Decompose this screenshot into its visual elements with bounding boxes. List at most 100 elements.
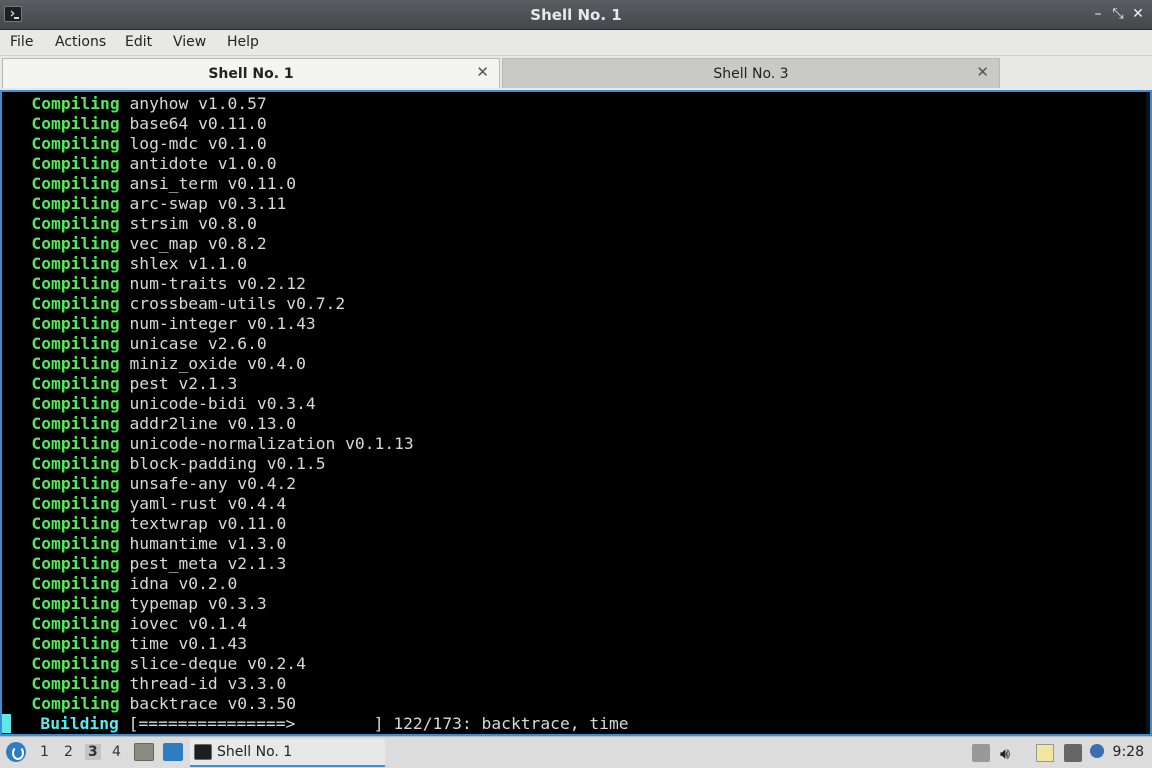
close-icon[interactable]: ✕ [976, 63, 989, 81]
notification-icon[interactable] [1090, 744, 1104, 758]
compile-status: Compiling [31, 294, 120, 313]
network-icon[interactable] [1064, 744, 1082, 762]
terminal-output: Compiling anyhow v1.0.57 Compiling base6… [2, 94, 1147, 734]
terminal-icon [194, 744, 212, 760]
compile-status: Compiling [31, 114, 120, 133]
terminal-view[interactable]: Compiling anyhow v1.0.57 Compiling base6… [0, 90, 1152, 736]
file-manager-icon[interactable] [134, 743, 154, 761]
terminal-line: Compiling num-traits v0.2.12 [2, 274, 1147, 294]
compile-status: Compiling [31, 174, 120, 193]
menu-file[interactable]: File [10, 34, 33, 50]
crate-name: slice-deque v0.2.4 [129, 654, 306, 673]
terminal-line: Compiling miniz_oxide v0.4.0 [2, 354, 1147, 374]
crate-name: pest v2.1.3 [129, 374, 238, 393]
compile-status: Compiling [31, 334, 120, 353]
minimize-icon[interactable]: – [1088, 4, 1108, 24]
crate-name: textwrap v0.11.0 [129, 514, 287, 533]
terminal-line: Compiling unsafe-any v0.4.2 [2, 474, 1147, 494]
terminal-line: Compiling pest v2.1.3 [2, 374, 1147, 394]
close-icon[interactable]: ✕ [1128, 4, 1148, 24]
menu-view[interactable]: View [173, 34, 206, 50]
terminal-line: Compiling slice-deque v0.2.4 [2, 654, 1147, 674]
crate-name: addr2line v0.13.0 [129, 414, 297, 433]
terminal-line: Compiling anyhow v1.0.57 [2, 94, 1147, 114]
terminal-line: Compiling backtrace v0.3.50 [2, 694, 1147, 714]
notes-icon[interactable] [1036, 744, 1054, 762]
crate-name: block-padding v0.1.5 [129, 454, 326, 473]
crate-name: vec_map v0.8.2 [129, 234, 267, 253]
crate-name: miniz_oxide v0.4.0 [129, 354, 306, 373]
close-icon[interactable]: ✕ [476, 63, 489, 81]
compile-status: Compiling [31, 314, 120, 333]
compile-status: Compiling [31, 214, 120, 233]
terminal-line: Compiling idna v0.2.0 [2, 574, 1147, 594]
compile-status: Compiling [31, 594, 120, 613]
taskbar: 1 2 3 4 Shell No. 1 🔊︎ 9:28 [0, 736, 1152, 768]
terminal-line: Compiling unicode-normalization v0.1.13 [2, 434, 1147, 454]
compile-status: Compiling [31, 634, 120, 653]
compile-status: Compiling [31, 454, 120, 473]
terminal-line: Compiling pest_meta v2.1.3 [2, 554, 1147, 574]
compile-status: Compiling [31, 654, 120, 673]
crate-name: ansi_term v0.11.0 [129, 174, 297, 193]
compile-status: Compiling [31, 514, 120, 533]
terminal-line: Compiling humantime v1.3.0 [2, 534, 1147, 554]
title-bar: Shell No. 1 – ⤡ ✕ [0, 0, 1152, 30]
crate-name: crossbeam-utils v0.7.2 [129, 294, 346, 313]
compile-status: Compiling [31, 394, 120, 413]
crate-name: typemap v0.3.3 [129, 594, 267, 613]
compile-status: Compiling [31, 434, 120, 453]
taskbar-task-shell[interactable]: Shell No. 1 [190, 739, 385, 767]
crate-name: yaml-rust v0.4.4 [129, 494, 287, 513]
clipboard-icon[interactable] [972, 744, 990, 762]
menu-edit[interactable]: Edit [125, 34, 152, 50]
compile-status: Compiling [31, 674, 120, 693]
tab-bar: Shell No. 1 ✕ Shell No. 3 ✕ [0, 56, 1152, 90]
compile-status: Compiling [31, 474, 120, 493]
compile-status: Compiling [31, 354, 120, 373]
scrollbar[interactable] [1146, 92, 1150, 734]
terminal-cursor [2, 714, 11, 733]
terminal-line: Compiling addr2line v0.13.0 [2, 414, 1147, 434]
terminal-line: Compiling arc-swap v0.3.11 [2, 194, 1147, 214]
terminal-line: Compiling iovec v0.1.4 [2, 614, 1147, 634]
terminal-line: Compiling shlex v1.1.0 [2, 254, 1147, 274]
terminal-line: Compiling yaml-rust v0.4.4 [2, 494, 1147, 514]
crate-name: time v0.1.43 [129, 634, 248, 653]
maximize-icon[interactable]: ⤡ [1108, 4, 1128, 24]
workspace-4[interactable]: 4 [112, 744, 121, 760]
terminal-line: Compiling ansi_term v0.11.0 [2, 174, 1147, 194]
crate-name: log-mdc v0.1.0 [129, 134, 267, 153]
compile-status: Compiling [31, 614, 120, 633]
start-menu-icon[interactable] [6, 742, 26, 762]
compile-status: Compiling [31, 134, 120, 153]
crate-name: unicode-normalization v0.1.13 [129, 434, 414, 453]
menu-actions[interactable]: Actions [55, 34, 106, 50]
crate-name: unicode-bidi v0.3.4 [129, 394, 316, 413]
crate-name: anyhow v1.0.57 [129, 94, 267, 113]
workspace-3[interactable]: 3 [85, 744, 101, 760]
workspace-2[interactable]: 2 [64, 744, 73, 760]
tab-shell-3[interactable]: Shell No. 3 ✕ [502, 58, 1000, 88]
crate-name: unicase v2.6.0 [129, 334, 267, 353]
crate-name: pest_meta v2.1.3 [129, 554, 287, 573]
build-status: Building [40, 714, 119, 733]
show-desktop-icon[interactable] [163, 743, 183, 761]
crate-name: idna v0.2.0 [129, 574, 238, 593]
compile-status: Compiling [31, 374, 120, 393]
crate-name: num-traits v0.2.12 [129, 274, 306, 293]
terminal-line: Compiling typemap v0.3.3 [2, 594, 1147, 614]
tab-shell-1[interactable]: Shell No. 1 ✕ [2, 58, 500, 88]
crate-name: iovec v0.1.4 [129, 614, 248, 633]
terminal-line: Compiling vec_map v0.8.2 [2, 234, 1147, 254]
window-title: Shell No. 1 [530, 6, 622, 24]
compile-status: Compiling [31, 94, 120, 113]
volume-icon[interactable]: 🔊︎ [1000, 744, 1018, 763]
workspace-1[interactable]: 1 [40, 744, 49, 760]
terminal-line: Compiling antidote v1.0.0 [2, 154, 1147, 174]
terminal-line: Compiling strsim v0.8.0 [2, 214, 1147, 234]
menu-help[interactable]: Help [227, 34, 259, 50]
terminal-line: Compiling log-mdc v0.1.0 [2, 134, 1147, 154]
clock[interactable]: 9:28 [1113, 744, 1144, 760]
terminal-line: Compiling num-integer v0.1.43 [2, 314, 1147, 334]
